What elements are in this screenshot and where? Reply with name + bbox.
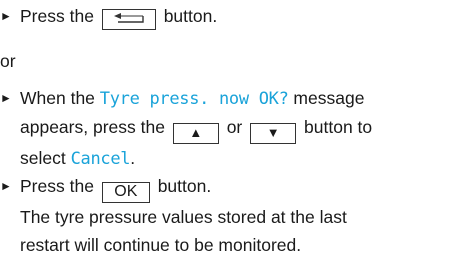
back-arrow-icon: [113, 13, 144, 23]
step-text: When the: [20, 88, 95, 108]
up-arrow-icon: ▲: [189, 125, 203, 140]
ok-label: OK: [114, 183, 138, 200]
instruction-page: ► Press the button. or ► When the Tyre p…: [0, 0, 463, 259]
step-line: select Cancel.: [20, 144, 463, 173]
back-button-symbol: [101, 8, 156, 30]
step-text: button.: [163, 6, 218, 26]
result-line: restart will continue to be monitored.: [20, 234, 302, 255]
step-text: or: [226, 117, 243, 137]
step-press-ok: ► Press the OK button. The tyre pressure…: [0, 172, 463, 259]
bullet-icon: ►: [0, 179, 12, 193]
step-cancel-message: ► When the Tyre press. now OK? message a…: [0, 84, 463, 173]
up-button-symbol: ▲: [172, 122, 219, 144]
down-button-symbol: ▼: [250, 122, 297, 144]
down-arrow-icon: ▼: [266, 125, 280, 140]
step-text: button to: [304, 117, 373, 137]
display-message: Tyre press. now OK?: [99, 89, 289, 109]
step-text: Press the: [20, 6, 94, 26]
result-line: The tyre pressure values stored at the l…: [20, 206, 347, 227]
bullet-icon: ►: [0, 91, 12, 105]
step-line: appears, press the ▲ or ▼ button to: [20, 113, 463, 144]
step-line: When the Tyre press. now OK? message: [20, 84, 463, 113]
step-line: Press the OK button.: [20, 172, 463, 203]
bullet-icon: ►: [0, 9, 12, 23]
or-separator: or: [0, 51, 16, 71]
step-text: button.: [157, 176, 212, 196]
step-text: Press the: [20, 176, 94, 196]
step-text: select: [20, 147, 66, 168]
step-text: appears, press the: [20, 117, 165, 137]
step-press-back: ► Press the button.: [0, 2, 463, 30]
display-option: Cancel: [70, 148, 131, 169]
step-text: message: [293, 88, 365, 108]
ok-button-symbol: OK: [101, 181, 150, 203]
step-text: .: [130, 147, 136, 168]
